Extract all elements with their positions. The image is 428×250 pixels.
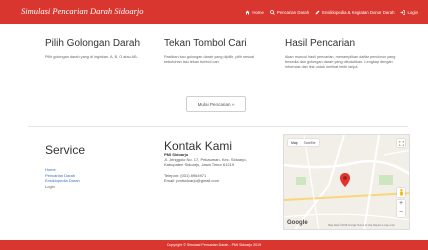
feature-title-hasil-pencarian: Hasil Pencarian [285,38,356,49]
feature-text-hasil-pencarian: Akan muncul hasil pencarian, menampilkan… [285,55,396,70]
map-marker-icon[interactable] [340,173,350,187]
pencil-icon [315,10,320,14]
zoom-in-button[interactable]: + [397,200,405,209]
street-view-pegman[interactable] [397,188,405,197]
app-title[interactable]: Simulasi Pencarian Darah Sidoarjo [21,6,144,16]
feature-title-pilih-golongan: Pilih Golongan Darah [45,38,141,49]
nav-item-login[interactable]: Login [400,10,418,15]
map-zoom-control: + − [397,200,405,217]
mulai-pencarian-button[interactable]: Mulai Pencarian » [186,96,246,112]
fullscreen-icon [398,140,404,146]
zoom-out-button[interactable]: − [397,209,405,218]
pegman-icon [399,189,403,196]
footer: Copyright © Simulasi Pencarian Darah - P… [0,240,428,250]
map-tab-map[interactable]: Map [288,139,301,146]
nav-label-login: Login [407,9,418,15]
footer-copyright: Copyright © Simulasi Pencarian Darah - P… [166,243,262,247]
nav-label-pencarian-darah: Pencarian Darah [276,9,310,15]
home-icon [245,10,250,14]
embedded-map[interactable]: Map Satellite + − Google Map data ©2019 … [283,134,410,230]
feature-text-tekan-tombol: Pastikan kau golongan darah yang dipilih… [164,55,255,65]
nav-item-pencarian-darah[interactable]: Pencarian Darah [269,9,310,15]
google-logo: Google [287,220,308,226]
section-divider [28,126,408,127]
map-fullscreen-button[interactable] [397,139,405,147]
service-link-login[interactable]: Login [45,184,80,190]
service-links: Home Pencarian Darah Ensiklopedia Darah … [45,167,80,189]
login-icon [400,9,406,15]
top-navbar: Simulasi Pencarian Darah Sidoarjo Home P… [0,0,428,24]
map-attribution: Map data ©2019 Google Terms of Use Repor… [328,224,395,227]
feature-title-tekan-tombol: Tekan Tombol Cari [164,38,247,49]
contact-address-line2: Kabupaten Sidoarjo, Jawa Timur 61219 [164,162,235,168]
contact-email: Email: pmisidoarjo@gmail.com [164,178,219,184]
nav-item-ensiklopedia[interactable]: Ensiklopedia & Kegiatan Donor Darah [315,10,394,15]
contact-title: Kontak Kami [164,139,233,153]
nav-menu: Home Pencarian Darah Ensiklopedia & Kegi… [245,0,418,24]
contact-info: PMI Sidoarjo Jl. Jenggolo No. 17, Pekaum… [164,152,247,183]
nav-item-home[interactable]: Home [245,9,264,15]
feature-text-pilih-golongan: Pilih golongan darah yang di inginkan, A… [45,55,138,59]
nav-label-ensiklopedia: Ensiklopedia & Kegiatan Donor Darah [322,9,395,15]
service-title: Service [45,143,86,157]
search-icon [269,9,275,15]
map-type-toggle: Map Satellite [288,139,319,146]
map-tab-satellite[interactable]: Satellite [301,139,319,146]
service-link-ensiklopedia-darah[interactable]: Ensiklopedia Darah [45,178,80,184]
nav-label-home: Home [252,9,264,15]
